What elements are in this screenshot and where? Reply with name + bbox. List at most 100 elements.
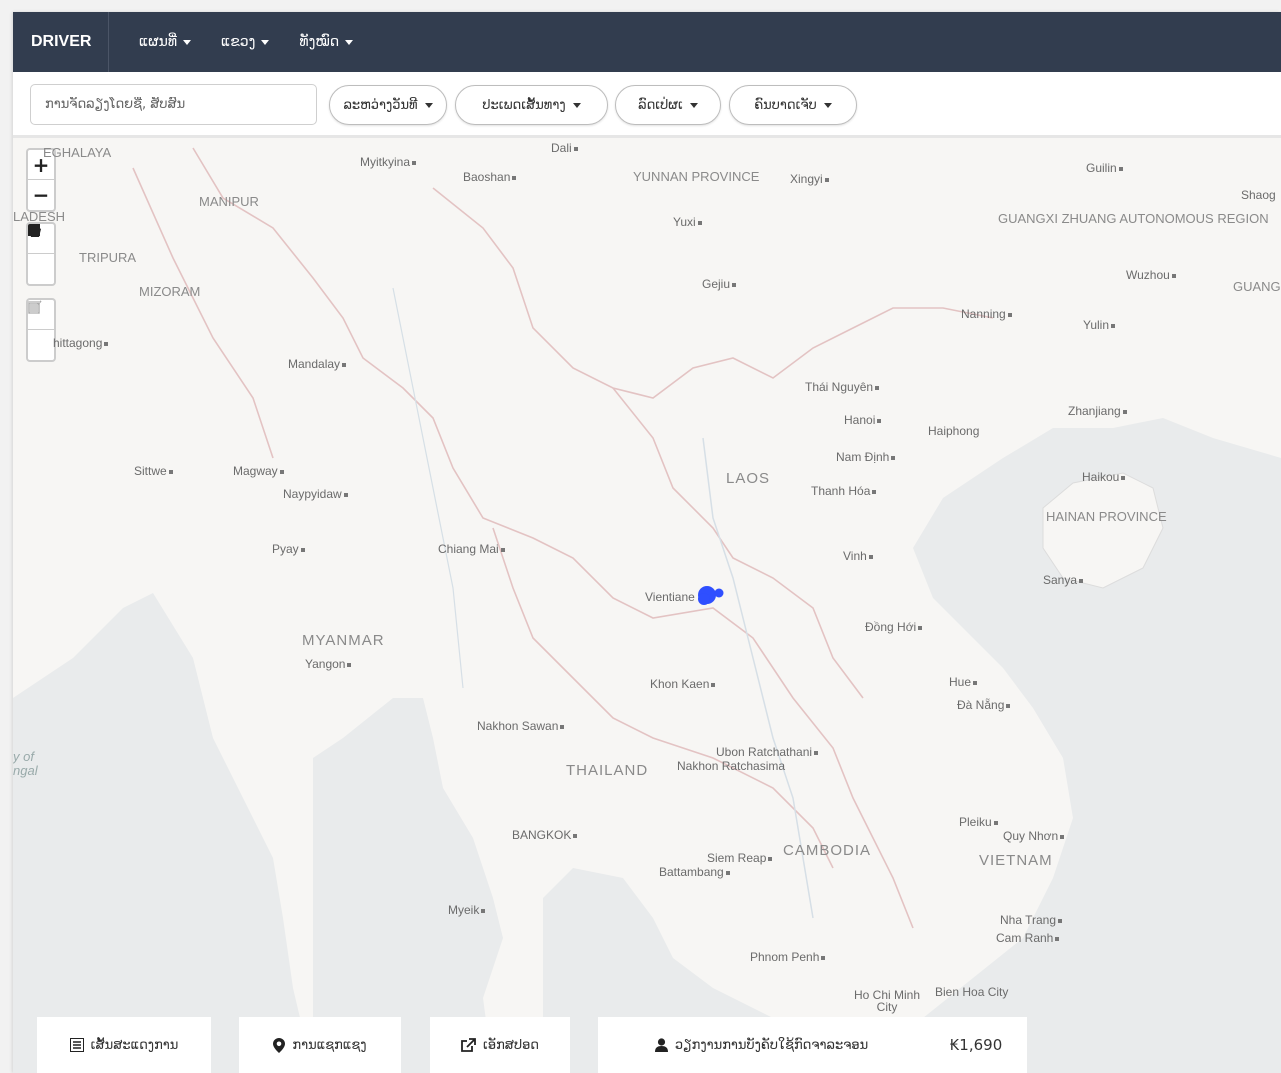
- map-label: Pleiku: [959, 815, 998, 829]
- draw-control: [26, 222, 56, 286]
- caret-down-icon: [823, 102, 832, 108]
- top-navbar: DRIVER ແຜນທີ່ ແຂວງ ທັງໝົດ: [13, 12, 1281, 72]
- map-label: Đà Nẵng: [957, 698, 1010, 712]
- map-label: Thái Nguyên: [805, 380, 879, 394]
- zoom-out-button[interactable]: −: [28, 180, 54, 210]
- map-label: hittagong: [53, 336, 108, 350]
- map-label: BANGKOK: [512, 828, 577, 842]
- map-label: Yuxi: [673, 215, 702, 229]
- map-label: Haikou: [1082, 470, 1125, 484]
- nav-map-dropdown[interactable]: ແຜນທີ່: [139, 34, 192, 50]
- map-label: Nakhon Ratchasima: [677, 759, 786, 773]
- map-label: Hanoi: [844, 413, 881, 427]
- road-type-filter[interactable]: ປະເພດເສັ້ນທາງ: [455, 85, 608, 125]
- map-label: EGHALAYA: [43, 145, 112, 160]
- map-label: VIETNAM: [979, 852, 1053, 869]
- intervention-label: ການແຊກແຊງ: [292, 1037, 367, 1053]
- map-label: Yulin: [1083, 318, 1115, 332]
- map-label: Dali: [551, 141, 578, 155]
- map-label: THAILAND: [566, 762, 649, 779]
- app-window: DRIVER ແຜນທີ່ ແຂວງ ທັງໝົດ ລະຫວ່າງວັນທີ ປ…: [13, 12, 1281, 1073]
- map-label: Guilin: [1086, 161, 1123, 175]
- nav-province-dropdown[interactable]: ແຂວງ: [221, 34, 270, 50]
- rectangle-icon: [28, 224, 40, 236]
- show-list-label: ເສັ້ນສະແດງການ: [90, 1037, 179, 1053]
- trash-icon: [28, 301, 40, 314]
- cost-display: ₭1,690: [925, 1017, 1027, 1073]
- delete-layers-button[interactable]: [28, 301, 54, 360]
- map-label: y of ngal: [13, 749, 38, 778]
- map-label: Myeik: [448, 903, 485, 917]
- caret-down-icon: [572, 102, 581, 108]
- map-label: LADESH: [13, 209, 66, 224]
- list-icon: [69, 1038, 84, 1052]
- caret-down-icon: [689, 102, 698, 108]
- map-label: TRIPURA: [79, 250, 137, 265]
- map-base-layer: [13, 147, 1281, 1073]
- intervention-button[interactable]: ການແຊກແຊງ: [239, 1017, 401, 1073]
- incident-marker-cluster[interactable]: [695, 580, 727, 608]
- road-type-label: ປະເພດເສັ້ນທາງ: [482, 97, 566, 113]
- show-list-button[interactable]: ເສັ້ນສະແດງການ: [37, 1017, 211, 1073]
- nav-map-label: ແຜນທີ່: [139, 34, 178, 50]
- caret-down-icon: [183, 39, 192, 45]
- brand-logo[interactable]: DRIVER: [13, 12, 109, 72]
- map-label: Chiang Mai: [438, 542, 505, 556]
- map-label: Đồng Hới: [865, 620, 922, 634]
- map-label: Quy Nhơn: [1003, 829, 1064, 843]
- map-label: Nanning: [961, 307, 1012, 321]
- filter-bar: ລະຫວ່າງວັນທີ ປະເພດເສັ້ນທາງ ລົດເປ່ຜເ ຄົນບ…: [13, 72, 1281, 138]
- map-label: CAMBODIA: [783, 842, 872, 859]
- map-label: Sanya: [1043, 573, 1083, 587]
- map-label: MIZORAM: [139, 284, 201, 299]
- map-label: MYANMAR: [302, 632, 385, 649]
- export-icon: [461, 1038, 476, 1052]
- map-label: Naypyidaw: [283, 487, 348, 501]
- map-label: Battambang: [659, 865, 730, 879]
- map-label: GUANG PROV: [1233, 279, 1281, 294]
- nav-all-dropdown[interactable]: ທັງໝົດ: [299, 34, 354, 50]
- caret-down-icon: [261, 39, 270, 45]
- map-label: Shaog: [1241, 188, 1276, 202]
- map-canvas[interactable]: + − EGHALAYA LADESH MANIPUR TRIPURA MIZO…: [13, 138, 1281, 1073]
- map-label: Khon Kaen: [650, 677, 715, 691]
- map-label: Wuzhou: [1126, 268, 1176, 282]
- nav-all-label: ທັງໝົດ: [299, 34, 340, 50]
- map-label: MANIPUR: [199, 194, 259, 209]
- map-label: Zhanjiang: [1068, 404, 1127, 418]
- map-label: Gejiu: [702, 277, 736, 291]
- date-range-filter[interactable]: ລະຫວ່າງວັນທີ: [329, 85, 447, 125]
- map-label: Cam Ranh: [996, 931, 1059, 945]
- cost-value: ₭1,690: [949, 1036, 1003, 1054]
- map-label: Pyay: [272, 542, 305, 556]
- traffic-enforcement-label: ວຽກງານການບັງຄັບໃຊ້ກົດຈາລະຈອນ: [674, 1037, 869, 1053]
- caret-down-icon: [345, 39, 354, 45]
- search-input[interactable]: [30, 84, 317, 125]
- injured-filter[interactable]: ຄົນບາດເຈັບ: [729, 85, 857, 125]
- map-label: Nam Định: [836, 450, 895, 464]
- export-button[interactable]: ເອັກສປອດ: [430, 1017, 570, 1073]
- map-marker-icon: [273, 1037, 286, 1053]
- map-label: Bien Hoa City: [935, 985, 1009, 999]
- map-label: Nakhon Sawan: [477, 719, 564, 733]
- map-label: Vinh: [843, 549, 873, 563]
- draw-rectangle-button[interactable]: [28, 224, 54, 284]
- map-label: Myitkyina: [360, 155, 416, 169]
- map-label: Baoshan: [463, 170, 516, 184]
- map-label: Mandalay: [288, 357, 346, 371]
- traffic-enforcement-button[interactable]: ວຽກງານການບັງຄັບໃຊ້ກົດຈາລະຈອນ: [598, 1017, 925, 1073]
- map-label: HAINAN PROVINCE: [1046, 509, 1167, 524]
- caret-down-icon: [424, 102, 433, 108]
- vehicle-label: ລົດເປ່ຜເ: [638, 97, 683, 113]
- map-label: Siem Reap: [707, 851, 772, 865]
- map-label: Yangon: [305, 657, 351, 671]
- map-label: Vientiane: [645, 590, 695, 604]
- nav-province-label: ແຂວງ: [221, 34, 256, 50]
- map-label: LAOS: [726, 470, 771, 487]
- date-range-label: ລະຫວ່າງວັນທີ: [343, 97, 418, 113]
- map-label: Hue: [949, 675, 977, 689]
- vehicle-filter[interactable]: ລົດເປ່ຜເ: [615, 85, 721, 125]
- map-label: Xingyi: [790, 172, 829, 186]
- map-label: GUANGXI ZHUANG AUTONOMOUS REGION: [998, 211, 1269, 226]
- injured-label: ຄົນບາດເຈັບ: [754, 97, 817, 113]
